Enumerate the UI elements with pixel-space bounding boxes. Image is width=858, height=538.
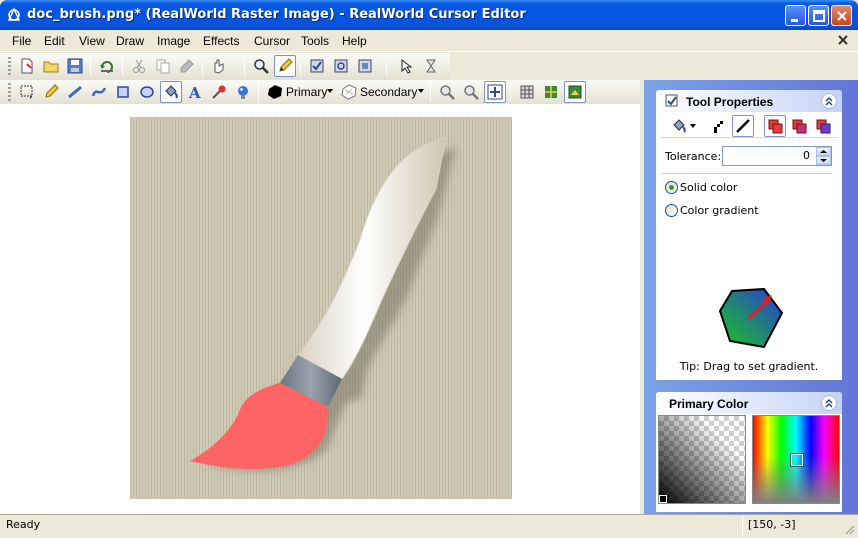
svg-text:A: A bbox=[188, 84, 201, 100]
primary-chevron-down-icon[interactable] bbox=[327, 89, 333, 93]
toolbar-grip[interactable] bbox=[8, 57, 11, 76]
window-title: doc_brush.png* (RealWorld Raster Image) … bbox=[27, 7, 526, 22]
pencil-icon[interactable] bbox=[40, 81, 62, 103]
minimize-button[interactable] bbox=[785, 5, 806, 26]
grid-icon[interactable] bbox=[516, 81, 538, 103]
magnifier-icon[interactable] bbox=[250, 55, 272, 77]
tool-properties-collapse-icon[interactable] bbox=[821, 93, 837, 109]
antialias-icon[interactable] bbox=[732, 115, 754, 137]
ellipse-icon[interactable] bbox=[136, 81, 158, 103]
solid-color-radio[interactable] bbox=[665, 181, 678, 194]
pixel-pattern-icon[interactable] bbox=[708, 115, 730, 137]
tool-properties-icon bbox=[665, 94, 679, 108]
save-icon[interactable] bbox=[64, 55, 86, 77]
menu-draw[interactable]: Draw bbox=[116, 34, 144, 50]
preview-icon[interactable] bbox=[564, 81, 586, 103]
zoom-out-icon[interactable] bbox=[460, 81, 482, 103]
resize-grip-icon[interactable] bbox=[843, 523, 855, 535]
tolerance-value: 0 bbox=[803, 149, 810, 162]
toolbar-grip[interactable] bbox=[8, 83, 11, 101]
status-text: Ready bbox=[6, 518, 41, 531]
secondary-dropdown[interactable]: Secondary bbox=[360, 85, 417, 99]
blend-add-icon[interactable] bbox=[788, 115, 810, 137]
status-bar bbox=[0, 514, 858, 538]
status-coordinates: [150, -3] bbox=[748, 518, 796, 531]
fill-bucket-icon[interactable] bbox=[160, 81, 182, 103]
rectangle-select-icon[interactable] bbox=[16, 81, 38, 103]
tolerance-down-button[interactable] bbox=[816, 156, 831, 165]
primary-color-icon[interactable] bbox=[266, 83, 284, 101]
close-button[interactable] bbox=[831, 5, 852, 26]
hourglass-icon[interactable] bbox=[420, 55, 442, 77]
paste-icon[interactable] bbox=[176, 55, 198, 77]
undo-icon[interactable] bbox=[96, 55, 118, 77]
menu-view[interactable]: View bbox=[79, 34, 105, 50]
fill-mode-chevron-down-icon[interactable] bbox=[690, 124, 696, 128]
zoom-image-icon[interactable] bbox=[330, 55, 352, 77]
new-file-icon[interactable] bbox=[16, 55, 38, 77]
primary-dropdown[interactable]: Primary bbox=[286, 85, 327, 99]
solid-color-label[interactable]: Solid color bbox=[680, 181, 737, 194]
sphere-icon[interactable] bbox=[232, 81, 254, 103]
pencil-toggle-icon[interactable] bbox=[274, 55, 296, 77]
tool-properties-title: Tool Properties bbox=[686, 95, 774, 109]
zoom-in-icon[interactable] bbox=[436, 81, 458, 103]
cut-icon[interactable] bbox=[128, 55, 150, 77]
fill-mode-icon[interactable] bbox=[668, 115, 690, 137]
menu-help[interactable]: Help bbox=[342, 34, 367, 50]
color-gradient-radio[interactable] bbox=[665, 204, 678, 217]
cursor-arrow-icon[interactable] bbox=[396, 55, 418, 77]
fit-window-icon[interactable] bbox=[484, 81, 506, 103]
primary-color-title: Primary Color bbox=[669, 397, 749, 411]
app-icon[interactable] bbox=[6, 7, 22, 23]
color-picker-icon[interactable] bbox=[208, 81, 230, 103]
menu-image[interactable]: Image bbox=[157, 34, 190, 50]
color-gradient-label[interactable]: Color gradient bbox=[680, 204, 759, 217]
gradient-direction-control[interactable] bbox=[716, 283, 784, 351]
primary-color-collapse-icon[interactable] bbox=[821, 395, 837, 411]
maximize-button[interactable] bbox=[808, 5, 829, 26]
blend-normal-icon[interactable] bbox=[764, 115, 786, 137]
menu-effects[interactable]: Effects bbox=[203, 34, 239, 50]
text-icon[interactable]: A bbox=[184, 81, 206, 103]
curve-icon[interactable] bbox=[88, 81, 110, 103]
line-icon[interactable] bbox=[64, 81, 86, 103]
menu-edit[interactable]: Edit bbox=[44, 34, 65, 50]
open-folder-icon[interactable] bbox=[40, 55, 62, 77]
copy-icon[interactable] bbox=[152, 55, 174, 77]
tolerance-label: Tolerance: bbox=[665, 150, 722, 163]
document-close-icon[interactable] bbox=[836, 33, 850, 47]
fit-image-icon[interactable] bbox=[354, 55, 376, 77]
alpha-luminance-picker[interactable] bbox=[658, 415, 746, 504]
gradient-tip: Tip: Drag to set gradient. bbox=[679, 360, 819, 373]
menu-cursor[interactable]: Cursor bbox=[254, 34, 290, 50]
checkbox-image-icon[interactable] bbox=[306, 55, 328, 77]
hue-saturation-picker[interactable] bbox=[752, 415, 840, 504]
rectangle-icon[interactable] bbox=[112, 81, 134, 103]
brush-image-canvas[interactable] bbox=[130, 117, 512, 499]
menu-file[interactable]: File bbox=[12, 34, 31, 50]
tolerance-up-button[interactable] bbox=[816, 147, 831, 156]
blend-replace-icon[interactable] bbox=[812, 115, 834, 137]
menu-tools[interactable]: Tools bbox=[301, 34, 329, 50]
hand-icon[interactable] bbox=[208, 55, 230, 77]
secondary-color-icon[interactable] bbox=[340, 83, 358, 101]
pixel-grid-icon[interactable] bbox=[540, 81, 562, 103]
secondary-chevron-down-icon[interactable] bbox=[418, 89, 424, 93]
